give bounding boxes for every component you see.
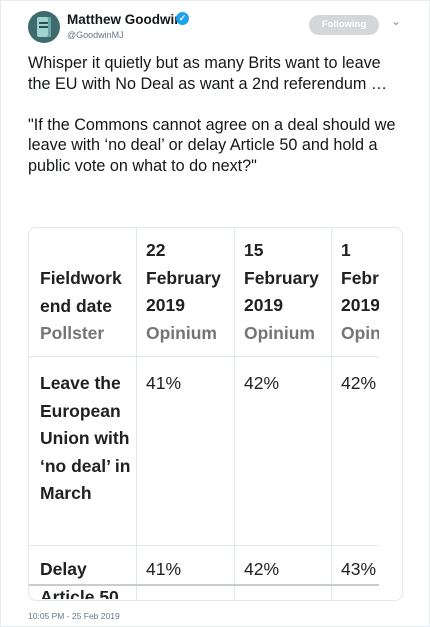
chevron-down-icon[interactable]: ⌄ [389,14,403,28]
tweet-paragraph: "If the Commons cannot agree on a deal s… [28,115,396,175]
author-name[interactable]: Matthew Goodwin [67,12,183,27]
row-clip: Delay Article 50 41% 42% [29,546,379,599]
table-cell: 42% [244,373,280,393]
following-button[interactable]: Following [309,15,379,35]
book-cover-icon [37,17,51,37]
column-pollster: Opinium [244,323,315,343]
table-card[interactable]: Fieldwork end date Pollster 22 February … [28,227,403,601]
timestamp[interactable]: 10:05 PM - 25 Feb 2019 [28,611,120,621]
pollster-label: Pollster [40,323,105,343]
table-cell: 41% [146,373,182,393]
column-date: 22 February 2019 [146,240,221,315]
avatar[interactable] [28,11,60,43]
verified-icon: ✓ [176,12,189,25]
column-pollster: Opinium [341,323,379,343]
table-cell: 42% [244,559,280,579]
table-cell: 42% [341,373,377,393]
row-label: Leave the European Union with ‘no deal’ … [40,373,131,503]
header-label: Fieldwork end date [40,268,122,316]
column-date: 1 February 2019 [341,240,379,315]
table-cell: 41% [146,559,182,579]
row-label: Delay Article 50 [40,559,119,599]
author-handle[interactable]: @GoodwinMJ [67,30,124,40]
tweet-text: Whisper it quietly but as many Brits wan… [28,53,398,176]
column-pollster: Opinium [146,323,217,343]
row-divider [29,356,379,357]
column-clip: 1 February 2019 Opinium 42% 43% [332,228,379,584]
horizontal-scrollbar[interactable] [29,584,379,586]
column-date: 15 February 2019 [244,240,319,315]
tweet-paragraph: Whisper it quietly but as many Brits wan… [28,54,388,93]
